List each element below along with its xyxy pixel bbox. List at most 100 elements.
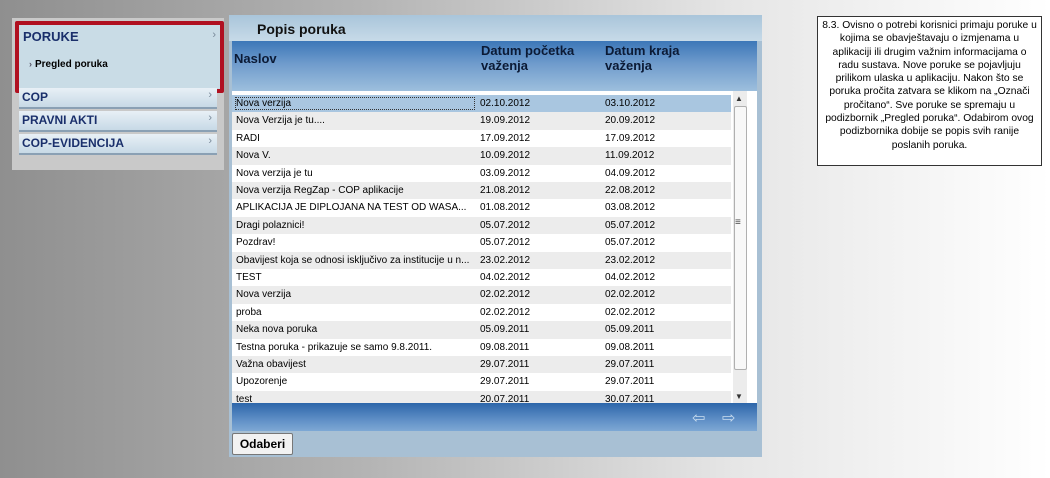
cell-datum-pocetka: 29.07.2011 (480, 359, 530, 370)
column-header-line: važenja (481, 58, 528, 73)
table-row[interactable]: Neka nova poruka 05.09.2011 05.09.2011 (232, 321, 731, 339)
annotation-note: 8.3. Ovisno o potrebi korisnici primaju … (817, 16, 1042, 166)
cell-datum-pocetka: 17.09.2012 (480, 132, 531, 144)
column-header-datum-pocetka[interactable]: Datum početka važenja (481, 43, 574, 73)
cell-datum-pocetka: 09.08.2011 (480, 341, 530, 353)
table-row[interactable]: Obavijest koja se odnosi isključivo za i… (232, 251, 731, 269)
table-row[interactable]: Nova verzija 02.02.2012 02.02.2012 (232, 286, 731, 304)
cell-datum-kraja: 22.08.2012 (605, 185, 656, 196)
table-row[interactable]: TEST 04.02.2012 04.02.2012 (232, 269, 731, 286)
cell-naslov: Testna poruka - prikazuje se samo 9.8.20… (236, 341, 433, 353)
scroll-up-icon[interactable]: ▲ (735, 94, 743, 103)
sidebar-item-label: COP (22, 90, 49, 104)
vertical-scrollbar[interactable]: ▲ ≡ ▼ (733, 91, 747, 403)
cell-datum-kraja: 11.09.2012 (605, 150, 655, 162)
cell-datum-kraja: 23.02.2012 (605, 254, 656, 266)
cell-naslov: Nova V. (236, 150, 271, 162)
column-header-line: važenja (605, 58, 652, 73)
cell-datum-kraja: 02.02.2012 (605, 306, 656, 318)
panel-header: Popis poruka (229, 15, 762, 41)
scroll-grip-icon: ≡ (735, 217, 741, 228)
cell-naslov: Obavijest koja se odnosi isključivo za i… (236, 254, 470, 266)
cell-naslov: Nova verzija RegZap - COP aplikacije (236, 185, 404, 196)
cell-naslov: Važna obavijest (236, 359, 306, 370)
panel-title: Popis poruka (257, 21, 346, 37)
select-button[interactable]: Odaberi (232, 433, 293, 455)
table-row[interactable]: Nova Verzija je tu.... 19.09.2012 20.09.20… (232, 112, 731, 130)
cell-datum-kraja: 29.07.2011 (605, 359, 655, 370)
table-row[interactable]: Nova verzija je tu 03.09.2012 04.09.2012 (232, 165, 731, 182)
chevron-right-icon: › (208, 112, 212, 124)
cell-datum-pocetka: 10.09.2012 (480, 150, 531, 162)
chevron-right-icon: › (208, 135, 212, 147)
cell-datum-kraja: 05.07.2012 (605, 219, 656, 231)
table-pager: ⇦ ⇨ (232, 403, 757, 431)
column-header-line: Datum kraja (605, 43, 680, 58)
table-row[interactable]: RADI 17.09.2012 17.09.2012 (232, 130, 731, 147)
sidebar-item-label: COP-EVIDENCIJA (22, 136, 125, 150)
cell-datum-kraja: 17.09.2012 (605, 132, 656, 144)
arrow-right-icon[interactable]: ⇨ (722, 408, 735, 428)
table-row[interactable]: Pozdrav! 05.07.2012 05.07.2012 (232, 234, 731, 251)
sidebar-subitem-pregled-poruka[interactable]: › Pregled poruka (29, 59, 108, 70)
cell-naslov: Neka nova poruka (236, 324, 318, 336)
chevron-right-icon: › (208, 89, 212, 101)
scroll-down-icon[interactable]: ▼ (735, 392, 743, 401)
messages-panel: Popis poruka Naslov Datum početka važenj… (229, 15, 762, 457)
cell-datum-pocetka: 04.02.2012 (480, 272, 531, 283)
arrow-left-icon[interactable]: ⇦ (692, 408, 705, 428)
cell-naslov: Nova Verzija je tu.... (236, 115, 325, 127)
cell-naslov: APLIKACIJA JE DIPLOJANA NA TEST OD WASA.… (236, 202, 467, 214)
cell-naslov: proba (236, 306, 262, 318)
table-row[interactable]: APLIKACIJA JE DIPLOJANA NA TEST OD WASA.… (232, 199, 731, 216)
messages-table: test 20.07.2011 30.07.2011 Upozorenje 29.07.… (232, 91, 757, 403)
cell-datum-pocetka: 05.07.2012 (480, 219, 531, 231)
column-header-line: Datum početka (481, 43, 575, 58)
column-header-naslov[interactable]: Naslov (234, 51, 277, 66)
cell-naslov: Pozdrav! (236, 237, 276, 249)
cell-naslov: Dragi polaznici! (236, 219, 305, 231)
table-row[interactable]: test 20.07.2011 30.07.2011 (232, 390, 731, 403)
column-header-datum-kraja[interactable]: Datum kraja važenja (605, 43, 679, 73)
cell-datum-kraja: 03.10.2012 (605, 98, 656, 109)
cell-datum-pocetka: 02.02.2012 (480, 289, 531, 301)
cell-naslov: test (236, 393, 253, 403)
cell-datum-pocetka: 20.07.2011 (480, 393, 530, 403)
cell-datum-pocetka: 23.02.2012 (480, 254, 531, 266)
table-row[interactable]: Važna obavijest 29.07.2011 29.07.2011 (232, 356, 731, 374)
cell-naslov: RADI (236, 132, 260, 144)
table-row[interactable]: Testna poruka - prikazuje se samo 9.8.20… (232, 339, 731, 356)
table-row[interactable]: Dragi polaznici! 05.07.2012 05.07.2012 (232, 216, 731, 235)
cell-datum-kraja: 03.08.2012 (605, 202, 656, 214)
sidebar-item-poruke[interactable]: PORUKE › › Pregled poruka (15, 21, 224, 93)
chevron-right-icon: › (29, 59, 32, 69)
cell-datum-kraja: 29.07.2011 (605, 376, 655, 388)
sidebar-subitem-label: Pregled poruka (35, 59, 108, 70)
table-row[interactable]: Nova verzija 02.10.2012 03.10.2012 (232, 95, 731, 113)
table-row[interactable]: Nova V. 10.09.2012 11.09.2012 (232, 147, 731, 165)
cell-datum-pocetka: 29.07.2011 (480, 376, 530, 388)
table-row[interactable]: proba 02.02.2012 02.02.2012 (232, 304, 731, 321)
cell-datum-pocetka: 02.10.2012 (480, 98, 531, 109)
sidebar-item-label: PRAVNI AKTI (22, 113, 98, 127)
cell-naslov: Nova verzija (235, 97, 475, 110)
sidebar-item-cop-evidencija[interactable]: COP-EVIDENCIJA › (19, 134, 217, 155)
cell-datum-kraja: 30.07.2011 (605, 393, 655, 403)
sidebar-item-pravni-akti[interactable]: PRAVNI AKTI › (19, 111, 217, 132)
table-row[interactable]: Upozorenje 29.07.2011 29.07.2011 (232, 373, 731, 390)
table-header: Naslov Datum početka važenja Datum kraja… (232, 41, 757, 91)
column-header-line: Naslov (234, 51, 277, 66)
table-row[interactable]: Nova verzija RegZap - COP aplikacije 21.0… (232, 182, 731, 200)
cell-naslov: TEST (236, 272, 262, 283)
cell-datum-kraja: 04.02.2012 (605, 272, 656, 283)
chevron-right-icon: › (212, 29, 216, 41)
cell-datum-kraja: 04.09.2012 (605, 167, 656, 179)
cell-datum-pocetka: 19.09.2012 (480, 115, 531, 127)
scrollbar-thumb[interactable] (734, 106, 747, 370)
cell-datum-pocetka: 03.09.2012 (480, 167, 531, 179)
cell-datum-kraja: 09.08.2011 (605, 341, 655, 353)
cell-datum-pocetka: 21.08.2012 (480, 185, 531, 196)
sidebar-item-cop[interactable]: COP › (19, 88, 217, 109)
cell-naslov: Upozorenje (236, 376, 288, 388)
cell-naslov: Nova verzija (236, 289, 292, 301)
